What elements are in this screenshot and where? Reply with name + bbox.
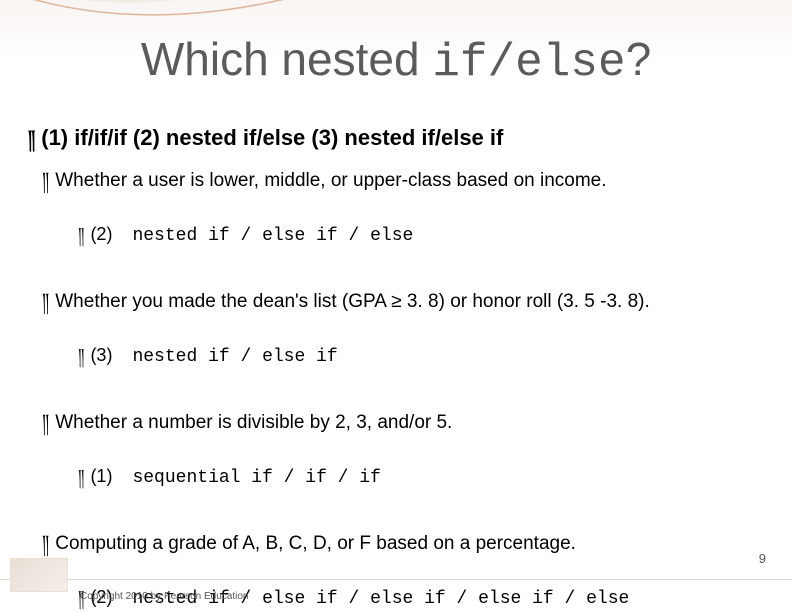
bullet-icon: ༎ (78, 337, 84, 382)
slide: Which nested if/else? ༎(1) if/if/if (2) … (0, 0, 792, 612)
page-number: 9 (759, 551, 766, 566)
title-text-code: if/else (432, 37, 625, 89)
bullet-icon: ༎ (28, 118, 35, 168)
content-area: ༎ Whether a user is lower, middle, or upp… (42, 160, 782, 612)
answer-code: nested if / else if / else (132, 226, 413, 246)
bullet-icon: ༎ (42, 523, 49, 573)
question-line: ༎ Whether you made the dean's list (GPA ≥… (42, 281, 782, 331)
answer-label: (1) (90, 466, 112, 486)
question-line: ༎ Whether a user is lower, middle, or upp… (42, 160, 782, 210)
list-item: ༎ Whether a number is divisible by 2, 3, … (42, 402, 782, 503)
answer-label: (2) (90, 224, 112, 244)
bullet-icon: ༎ (42, 281, 49, 331)
options-text: (1) if/if/if (2) nested if/else (3) nest… (41, 125, 503, 150)
answer-code: nested if / else if (132, 347, 337, 367)
question-line: ༎ Whether a number is divisible by 2, 3, … (42, 402, 782, 452)
question-text: Whether a user is lower, middle, or uppe… (55, 170, 606, 191)
copyright-text: Copyright 2010 by Pearson Education (80, 591, 248, 602)
answer-line: ༎ (2) nested if / else if / else (78, 216, 782, 261)
question-text: Whether a number is divisible by 2, 3, a… (55, 412, 452, 433)
bullet-icon: ༎ (42, 402, 49, 452)
answer-line: ༎ (3) nested if / else if (78, 337, 782, 382)
question-text: Computing a grade of A, B, C, D, or F ba… (55, 533, 576, 554)
slide-title: Which nested if/else? (0, 32, 792, 89)
question-line: ༎ Computing a grade of A, B, C, D, or F b… (42, 523, 782, 573)
title-text-plain: Which nested (141, 33, 432, 85)
answer-label: (3) (90, 345, 112, 365)
bullet-icon: ༎ (78, 216, 84, 261)
list-item: ༎ Whether a user is lower, middle, or upp… (42, 160, 782, 261)
bullet-icon: ༎ (78, 458, 84, 503)
bullet-icon: ༎ (42, 160, 49, 210)
question-text: Whether you made the dean's list (GPA ≥ … (55, 291, 650, 312)
title-text-qmark: ? (626, 33, 652, 85)
answer-code: sequential if / if / if (132, 468, 380, 488)
list-item: ༎ Whether you made the dean's list (GPA ≥… (42, 281, 782, 382)
answer-line: ༎ (1) sequential if / if / if (78, 458, 782, 503)
